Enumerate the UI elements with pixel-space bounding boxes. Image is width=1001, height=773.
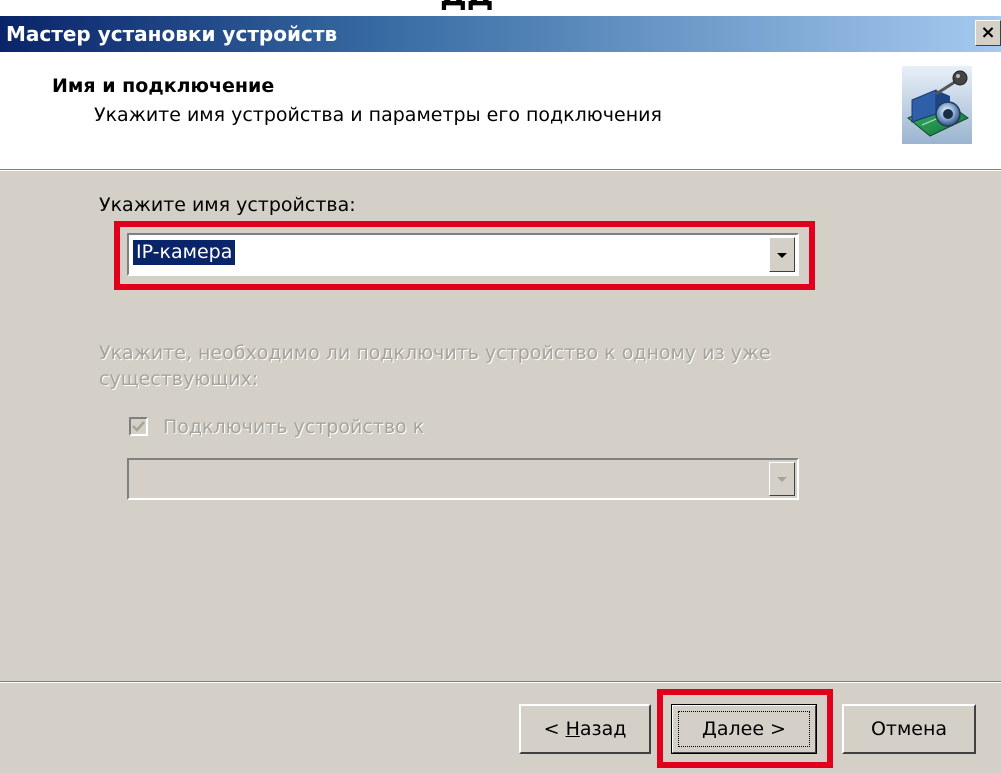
- window-title: Мастер установки устройств: [6, 22, 338, 46]
- camera-microphone-device-icon: [902, 66, 972, 144]
- next-button[interactable]: Далее >: [671, 704, 817, 754]
- existing-device-dropdown-button[interactable]: [769, 462, 795, 496]
- cropped-caption: ДД: [440, 0, 570, 16]
- back-button[interactable]: < Назад: [519, 704, 651, 754]
- device-name-label: Укажите имя устройства:: [99, 194, 356, 216]
- connect-question-line2: существующих:: [99, 368, 259, 390]
- wizard-header: Имя и подключение Укажите имя устройства…: [0, 52, 1001, 169]
- close-button[interactable]: ×: [975, 20, 1001, 46]
- cancel-button-label: Отмена: [870, 718, 948, 740]
- device-name-dropdown-button[interactable]: [769, 237, 795, 272]
- chevron-down-icon: [777, 477, 787, 482]
- next-button-label: Далее >: [702, 718, 786, 740]
- device-setup-wizard-dialog: ДД Мастер установки устройств × Имя и по…: [0, 0, 1001, 773]
- device-name-combobox[interactable]: IP-камера: [127, 233, 799, 276]
- chevron-down-icon: [777, 252, 787, 258]
- device-name-value[interactable]: IP-камера: [133, 240, 236, 265]
- connect-question-line1: Укажите, необходимо ли подключить устрой…: [99, 342, 771, 364]
- existing-device-combobox[interactable]: [127, 458, 799, 500]
- cropped-caption-text: ДД: [440, 0, 493, 13]
- connect-device-checkbox-label[interactable]: Подключить устройство к: [163, 416, 424, 438]
- close-icon: ×: [980, 22, 996, 43]
- title-bar[interactable]: Мастер установки устройств ×: [0, 16, 1001, 52]
- connect-device-checkbox[interactable]: [129, 417, 148, 436]
- page-title: Имя и подключение: [52, 75, 275, 97]
- checkmark-icon: [132, 421, 145, 432]
- back-button-label: < Назад: [543, 718, 627, 740]
- cancel-button[interactable]: Отмена: [842, 704, 976, 754]
- page-subtitle: Укажите имя устройства и параметры его п…: [94, 104, 662, 126]
